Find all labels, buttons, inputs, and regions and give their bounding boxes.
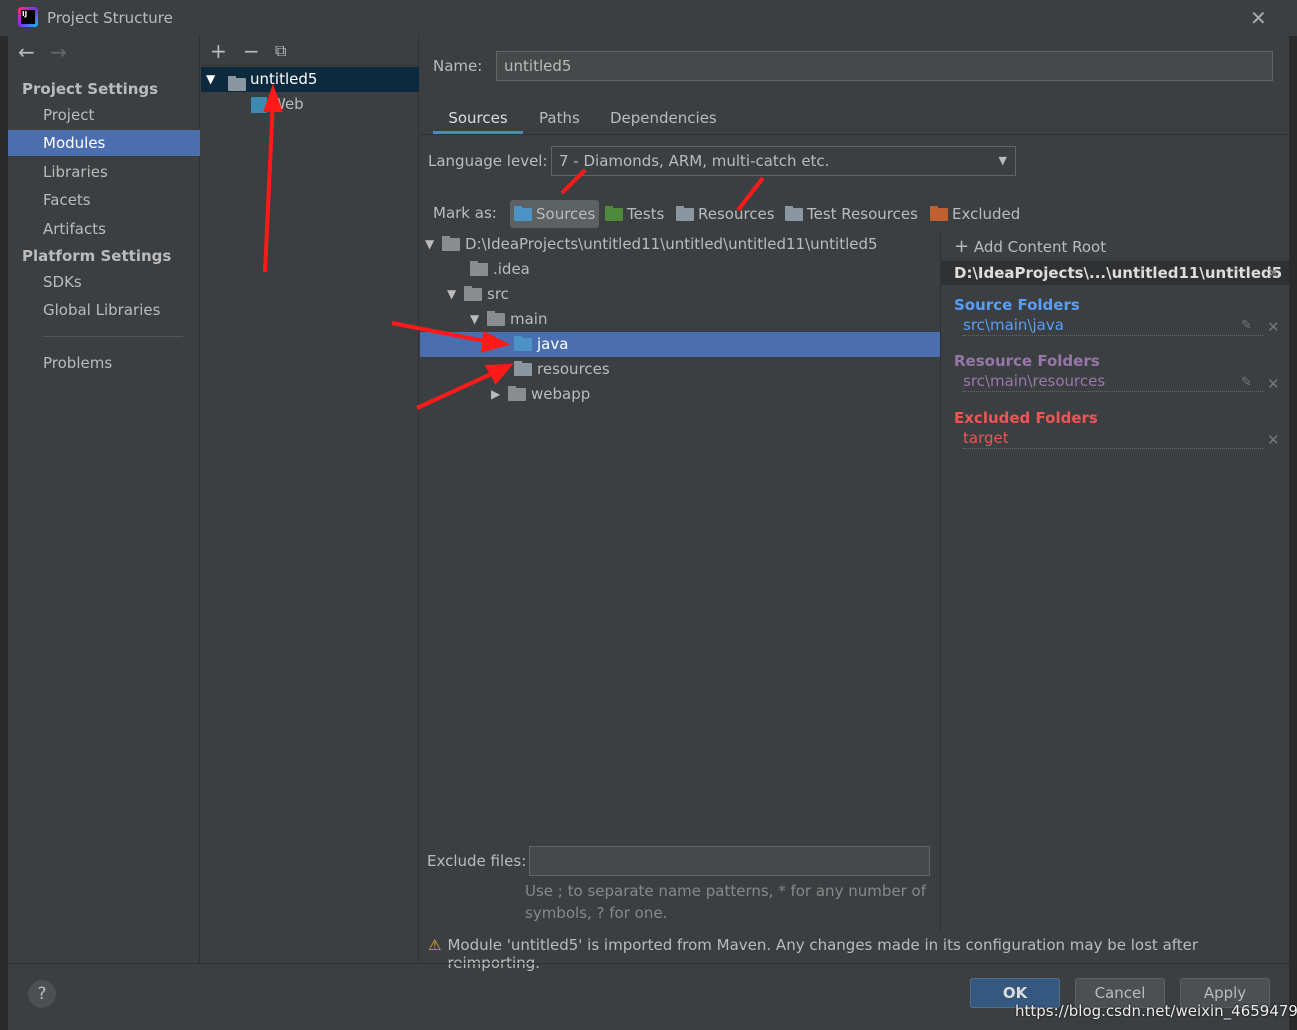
annotation-arrow bbox=[560, 168, 587, 195]
annotation-arrow bbox=[263, 99, 275, 273]
annotation-arrowhead bbox=[263, 83, 283, 112]
annotation-arrow bbox=[391, 321, 496, 345]
annotation-arrowhead bbox=[480, 330, 511, 353]
annotation-arrowhead bbox=[484, 363, 514, 385]
annotation-arrows bbox=[263, 83, 765, 410]
annotation-arrow bbox=[416, 368, 501, 410]
annotation-arrow bbox=[736, 176, 765, 212]
